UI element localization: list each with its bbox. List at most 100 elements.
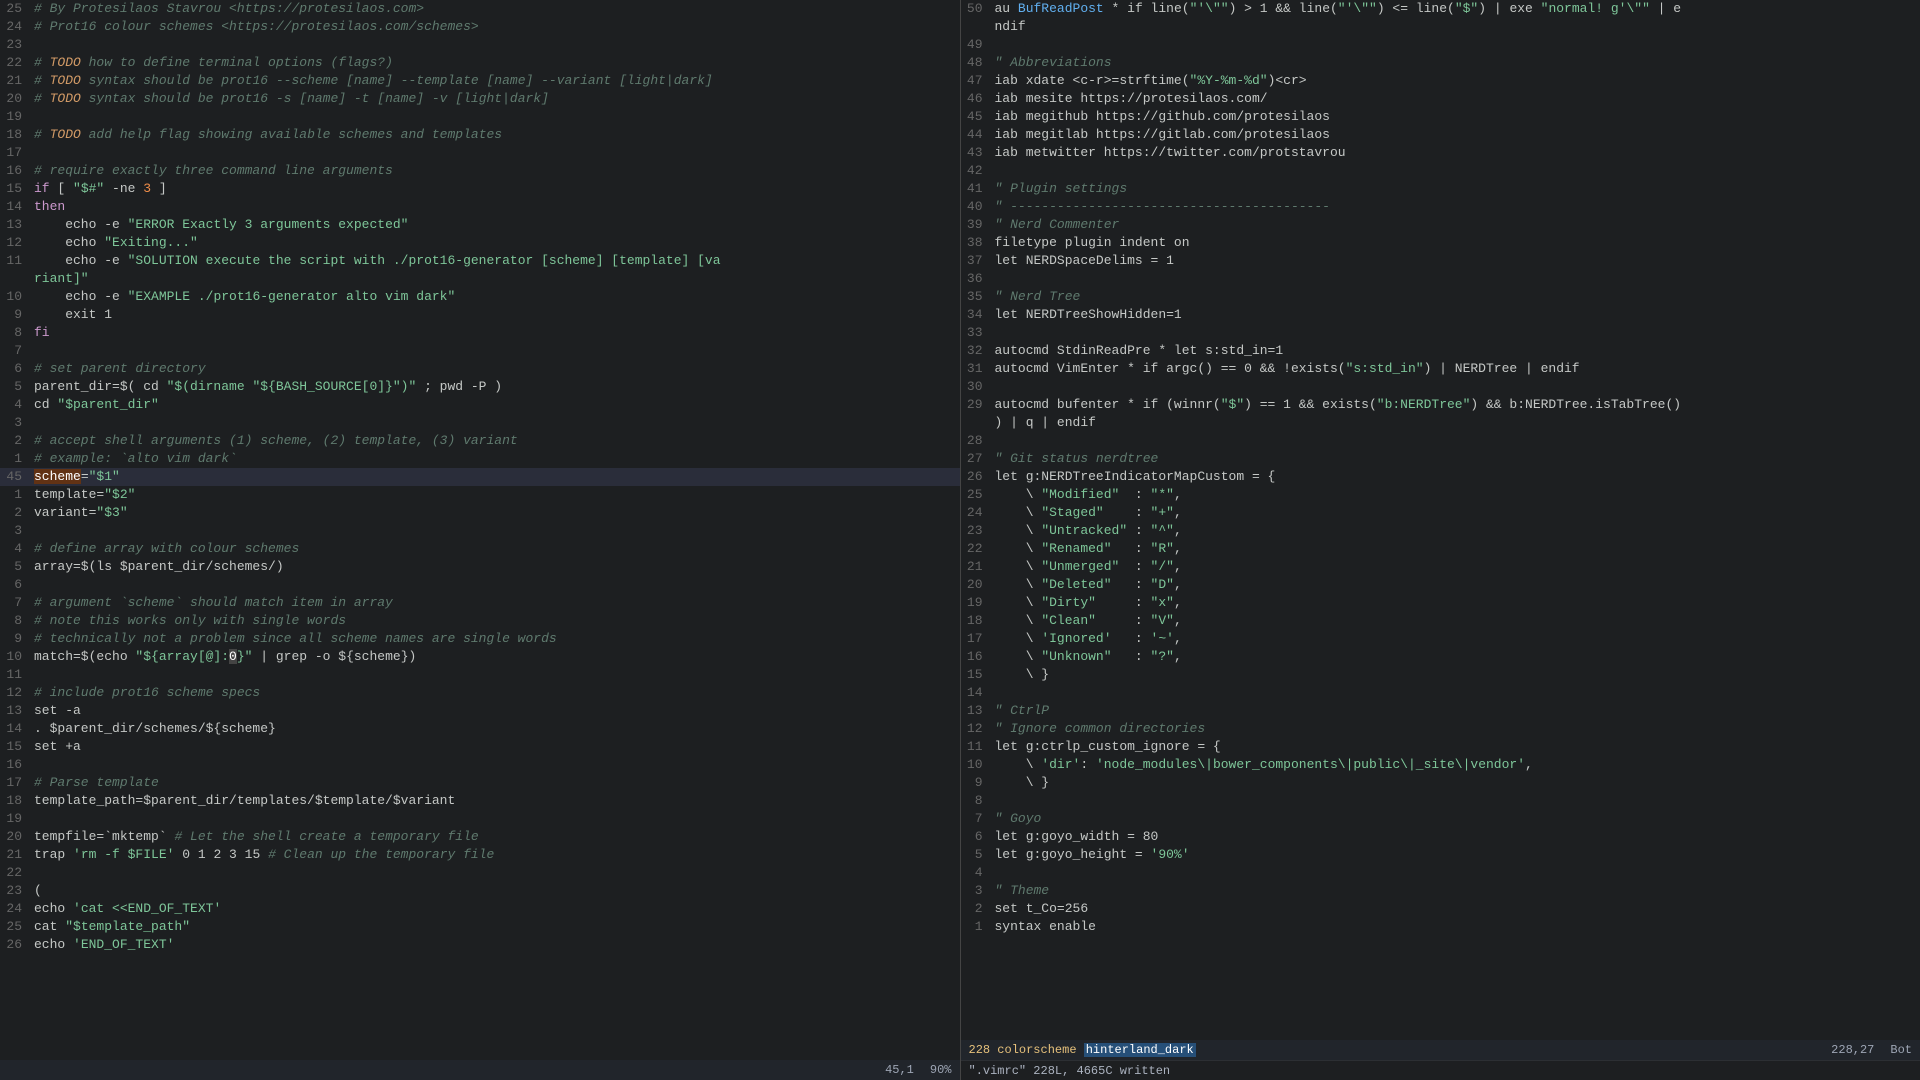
code-line: 3 — [0, 414, 960, 432]
code-line: 42 — [961, 162, 1920, 180]
code-line: 10 echo -e "EXAMPLE ./prot16-generator a… — [0, 288, 960, 306]
right-code-area[interactable]: 50au BufReadPost * if line("'\"") > 1 &&… — [961, 0, 1920, 1040]
code-line: 9 \ } — [961, 774, 1920, 792]
code-line: 6 — [0, 576, 960, 594]
left-pane: 25# By Protesilaos Stavrou <https://prot… — [0, 0, 961, 1080]
code-line: 7" Goyo — [961, 810, 1920, 828]
code-line: 8 — [961, 792, 1920, 810]
code-line: 12# include prot16 scheme specs — [0, 684, 960, 702]
code-line: 13" CtrlP — [961, 702, 1920, 720]
code-line: 47iab xdate <c-r>=strftime("%Y-%m-%d")<c… — [961, 72, 1920, 90]
code-line: 30 — [961, 378, 1920, 396]
code-line: 11 echo -e "SOLUTION execute the script … — [0, 252, 960, 270]
right-pane: 50au BufReadPost * if line("'\"") > 1 &&… — [961, 0, 1920, 1080]
code-line: 28 — [961, 432, 1920, 450]
code-line: 40" ------------------------------------… — [961, 198, 1920, 216]
right-status-mode: 228 colorscheme hinterland_dark — [969, 1043, 1832, 1057]
code-line: 12" Ignore common directories — [961, 720, 1920, 738]
left-status-bar: 45,1 90% — [0, 1060, 960, 1080]
code-line: 22 — [0, 864, 960, 882]
code-line: 13 echo -e "ERROR Exactly 3 arguments ex… — [0, 216, 960, 234]
code-line: 37let NERDSpaceDelims = 1 — [961, 252, 1920, 270]
code-line: 25cat "$template_path" — [0, 918, 960, 936]
code-line: 17# Parse template — [0, 774, 960, 792]
code-line: 39" Nerd Commenter — [961, 216, 1920, 234]
code-line: 10 \ 'dir': 'node_modules\|bower_compone… — [961, 756, 1920, 774]
code-line: 27" Git status nerdtree — [961, 450, 1920, 468]
left-status-position: 45,1 — [885, 1063, 914, 1077]
left-status-percent: 90% — [930, 1063, 952, 1077]
code-line: 19 \ "Dirty" : "x", — [961, 594, 1920, 612]
code-line: 15 \ } — [961, 666, 1920, 684]
code-line: 45iab megithub https://github.com/protes… — [961, 108, 1920, 126]
code-line: 5array=$(ls $parent_dir/schemes/) — [0, 558, 960, 576]
code-line: 50au BufReadPost * if line("'\"") > 1 &&… — [961, 0, 1920, 18]
code-line: 5let g:goyo_height = '90%' — [961, 846, 1920, 864]
code-line: 1# example: `alto vim dark` — [0, 450, 960, 468]
code-line: 19 — [0, 108, 960, 126]
editor-container: 25# By Protesilaos Stavrou <https://prot… — [0, 0, 1920, 1080]
code-line: 25# By Protesilaos Stavrou <https://prot… — [0, 0, 960, 18]
code-line: 48" Abbreviations — [961, 54, 1920, 72]
code-line: 46iab mesite https://protesilaos.com/ — [961, 90, 1920, 108]
code-line: 16 \ "Unknown" : "?", — [961, 648, 1920, 666]
code-line: 3 — [0, 522, 960, 540]
code-line: 20tempfile=`mktemp` # Let the shell crea… — [0, 828, 960, 846]
code-line: 5parent_dir=$( cd "$(dirname "${BASH_SOU… — [0, 378, 960, 396]
code-line: 10match=$(echo "${array[@]:0}" | grep -o… — [0, 648, 960, 666]
left-code-area[interactable]: 25# By Protesilaos Stavrou <https://prot… — [0, 0, 960, 1060]
code-line: 21 \ "Unmerged" : "/", — [961, 558, 1920, 576]
code-line: 12 echo "Exiting..." — [0, 234, 960, 252]
code-line: 4# define array with colour schemes — [0, 540, 960, 558]
right-status-position: 228,27 — [1831, 1043, 1874, 1057]
code-line: 11 — [0, 666, 960, 684]
code-line: 32autocmd StdinReadPre * let s:std_in=1 — [961, 342, 1920, 360]
code-line: 16# require exactly three command line a… — [0, 162, 960, 180]
code-line: 17 — [0, 144, 960, 162]
code-line: 1template="$2" — [0, 486, 960, 504]
code-line: 34let NERDTreeShowHidden=1 — [961, 306, 1920, 324]
code-line: 3" Theme — [961, 882, 1920, 900]
code-line: 4cd "$parent_dir" — [0, 396, 960, 414]
code-line: 22 \ "Renamed" : "R", — [961, 540, 1920, 558]
code-line: 14then — [0, 198, 960, 216]
code-line: 22# TODO how to define terminal options … — [0, 54, 960, 72]
code-line-highlighted: 45scheme="$1" — [0, 468, 960, 486]
code-line: 23 \ "Untracked" : "^", — [961, 522, 1920, 540]
code-line: 6let g:goyo_width = 80 — [961, 828, 1920, 846]
code-line: 18 \ "Clean" : "V", — [961, 612, 1920, 630]
code-line: 35" Nerd Tree — [961, 288, 1920, 306]
code-line: 26echo 'END_OF_TEXT' — [0, 936, 960, 954]
code-line: 36 — [961, 270, 1920, 288]
code-line: riant]" — [0, 270, 960, 288]
vim-cmd-text: ".vimrc" 228L, 4665C written — [969, 1064, 1171, 1078]
code-line: 29autocmd bufenter * if (winnr("$") == 1… — [961, 396, 1920, 414]
code-line: 41" Plugin settings — [961, 180, 1920, 198]
code-line: 16 — [0, 756, 960, 774]
code-line: 9# technically not a problem since all s… — [0, 630, 960, 648]
code-line: 23 — [0, 36, 960, 54]
code-line: 20 \ "Deleted" : "D", — [961, 576, 1920, 594]
code-line: 7 — [0, 342, 960, 360]
code-line: 11let g:ctrlp_custom_ignore = { — [961, 738, 1920, 756]
code-line: 33 — [961, 324, 1920, 342]
code-line: 4 — [961, 864, 1920, 882]
code-line: 2set t_Co=256 — [961, 900, 1920, 918]
code-line: 18template_path=$parent_dir/templates/$t… — [0, 792, 960, 810]
code-line: 2variant="$3" — [0, 504, 960, 522]
code-line: 26let g:NERDTreeIndicatorMapCustom = { — [961, 468, 1920, 486]
code-line: 13set -a — [0, 702, 960, 720]
code-line: 19 — [0, 810, 960, 828]
code-line: 8# note this works only with single word… — [0, 612, 960, 630]
code-line: 38filetype plugin indent on — [961, 234, 1920, 252]
code-line: ndif — [961, 18, 1920, 36]
code-line: 14. $parent_dir/schemes/${scheme} — [0, 720, 960, 738]
code-line: 20# TODO syntax should be prot16 -s [nam… — [0, 90, 960, 108]
code-line: 15set +a — [0, 738, 960, 756]
code-line: ) | q | endif — [961, 414, 1920, 432]
code-line: 31autocmd VimEnter * if argc() == 0 && !… — [961, 360, 1920, 378]
code-line: 23( — [0, 882, 960, 900]
code-line: 49 — [961, 36, 1920, 54]
code-line: 25 \ "Modified" : "*", — [961, 486, 1920, 504]
code-line: 2# accept shell arguments (1) scheme, (2… — [0, 432, 960, 450]
